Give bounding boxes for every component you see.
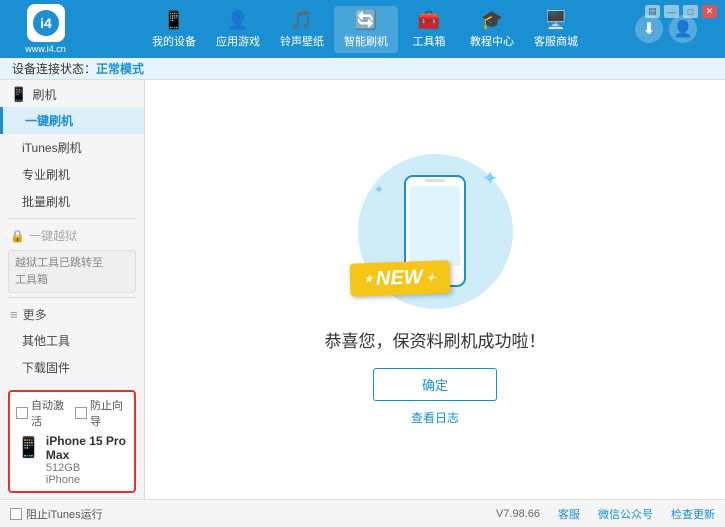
star-left-icon: ★: [363, 273, 372, 284]
close-button[interactable]: ✕: [702, 5, 717, 18]
success-illustration: ✦ ✦ ★ NEW ✦: [358, 154, 513, 309]
divider-1: [8, 218, 136, 219]
nav-bar: 📱 我的设备 👤 应用游戏 🎵 铃声壁纸 🔄 智能刷机 🧰 工具箱 🎓 教程中心…: [95, 6, 635, 53]
nav-smart-flash[interactable]: 🔄 智能刷机: [334, 6, 398, 53]
log-link[interactable]: 查看日志: [411, 409, 459, 426]
download-button[interactable]: ⬇: [635, 15, 663, 43]
app-game-icon: 👤: [227, 10, 249, 31]
sparkle-top-icon: ✦: [482, 166, 499, 191]
support-link[interactable]: 客服: [558, 506, 580, 522]
logo-icon: i4: [27, 4, 65, 42]
logo-area: i4 www.i4.cn: [8, 4, 83, 54]
sidebar: 📱 刷机 一键刷机 iTunes刷机 专业刷机 批量刷机 🔒 一键越狱 越狱工具…: [0, 80, 145, 499]
nav-toolbox[interactable]: 🧰 工具箱: [398, 6, 460, 53]
auto-activate-label[interactable]: 自动激活: [16, 397, 69, 429]
ringtone-label: 铃声壁纸: [280, 33, 324, 49]
sidebar-section-jailbreak: 🔒 一键越狱: [0, 222, 144, 248]
sidebar-item-pro-flash[interactable]: 专业刷机: [0, 161, 144, 188]
timing-guide-checkbox[interactable]: [75, 407, 87, 419]
ringtone-icon: 🎵: [291, 10, 313, 31]
my-device-label: 我的设备: [152, 33, 196, 49]
new-badge: ★ NEW ✦: [349, 260, 450, 296]
sidebar-item-itunes-flash[interactable]: iTunes刷机: [0, 134, 144, 161]
jailbreak-section-label: 一键越狱: [29, 227, 77, 244]
sidebar-item-batch-flash[interactable]: 批量刷机: [0, 188, 144, 215]
sidebar-section-flash: 📱 刷机: [0, 80, 144, 107]
minimize-button[interactable]: —: [664, 5, 679, 18]
app-game-label: 应用游戏: [216, 33, 260, 49]
flash-section-label: 刷机: [32, 86, 56, 103]
auto-activate-checkbox[interactable]: [16, 407, 28, 419]
jailbreak-note: 越狱工具已跳转至工具箱: [8, 250, 136, 293]
nav-my-device[interactable]: 📱 我的设备: [142, 6, 206, 53]
service-label: 客服商城: [534, 33, 578, 49]
version-label: V7.98.66: [496, 508, 540, 520]
statusbar-prefix: 设备连接状态：: [12, 60, 96, 77]
logo-text: www.i4.cn: [25, 44, 66, 54]
timing-guide-label[interactable]: 防止向导: [75, 397, 128, 429]
phone-circle: ✦ ✦ ★ NEW ✦: [358, 154, 513, 309]
toolbox-label: 工具箱: [413, 33, 446, 49]
check-update-link[interactable]: 检查更新: [671, 506, 715, 522]
my-device-icon: 📱: [163, 10, 185, 31]
success-message: 恭喜您，保资料刷机成功啦！: [325, 327, 546, 352]
tutorial-label: 教程中心: [470, 33, 514, 49]
nav-service[interactable]: 🖥️ 客服商城: [524, 6, 588, 53]
sidebar-item-onekey-flash[interactable]: 一键刷机: [0, 107, 144, 134]
topbar-right-buttons: ⬇ 👤: [635, 15, 697, 43]
device-phone-icon: 📱: [16, 435, 41, 460]
device-info: 📱 iPhone 15 Pro Max 512GB iPhone: [16, 434, 128, 486]
sidebar-scroll: 📱 刷机 一键刷机 iTunes刷机 专业刷机 批量刷机 🔒 一键越狱 越狱工具…: [0, 80, 144, 384]
itunes-label: 阻止iTunes运行: [26, 506, 103, 522]
svg-text:i4: i4: [40, 15, 52, 31]
bottombar: 阻止iTunes运行 V7.98.66 客服 微信公众号 检查更新: [0, 499, 725, 527]
bottom-right: V7.98.66 客服 微信公众号 检查更新: [496, 506, 715, 522]
device-bottom-panel: 自动激活 防止向导 📱 iPhone 15 Pro Max 512GB iPho…: [0, 384, 144, 499]
maximize-button[interactable]: □: [683, 5, 698, 18]
toolbox-icon: 🧰: [418, 10, 440, 31]
device-storage: 512GB: [46, 462, 128, 474]
flash-section-icon: 📱: [10, 86, 27, 103]
statusbar: 设备连接状态： 正常模式: [0, 58, 725, 80]
sparkle-left-icon: ✦: [374, 182, 385, 198]
sidebar-item-download-firmware[interactable]: 下载固件: [0, 354, 144, 381]
service-icon: 🖥️: [545, 10, 567, 31]
device-type: iPhone: [46, 474, 128, 486]
smart-flash-icon: 🔄: [355, 10, 377, 31]
statusbar-status: 正常模式: [96, 60, 144, 77]
more-section-label: 更多: [23, 306, 47, 323]
star-right-icon: ✦: [425, 270, 436, 284]
nav-ringtone[interactable]: 🎵 铃声壁纸: [270, 6, 334, 53]
wifi-icon: ▤: [645, 5, 660, 18]
tutorial-icon: 🎓: [481, 10, 503, 31]
sidebar-item-other-tools[interactable]: 其他工具: [0, 327, 144, 354]
itunes-check-label[interactable]: 阻止iTunes运行: [10, 506, 103, 522]
nav-app-game[interactable]: 👤 应用游戏: [206, 6, 270, 53]
device-details: iPhone 15 Pro Max 512GB iPhone: [46, 434, 128, 486]
main-layout: 📱 刷机 一键刷机 iTunes刷机 专业刷机 批量刷机 🔒 一键越狱 越狱工具…: [0, 80, 725, 499]
topbar: ▤ — □ ✕ i4 www.i4.cn 📱 我的设备 👤 应用游戏 🎵 铃声壁…: [0, 0, 725, 58]
content-area: ✦ ✦ ★ NEW ✦ 恭喜您，保资料刷机成功啦！ 确定: [145, 80, 725, 499]
user-button[interactable]: 👤: [669, 15, 697, 43]
wechat-link[interactable]: 微信公众号: [598, 506, 653, 522]
itunes-checkbox[interactable]: [10, 508, 22, 520]
smart-flash-label: 智能刷机: [344, 33, 388, 49]
nav-tutorial[interactable]: 🎓 教程中心: [460, 6, 524, 53]
device-panel: 自动激活 防止向导 📱 iPhone 15 Pro Max 512GB iPho…: [8, 390, 136, 493]
lock-icon: 🔒: [10, 229, 25, 243]
sidebar-section-more: ≡ 更多: [0, 301, 144, 327]
confirm-button[interactable]: 确定: [373, 368, 497, 401]
device-name: iPhone 15 Pro Max: [46, 434, 128, 462]
divider-2: [8, 297, 136, 298]
device-auto-row: 自动激活 防止向导: [16, 397, 128, 429]
more-section-icon: ≡: [10, 307, 18, 322]
window-controls: ▤ — □ ✕: [645, 5, 717, 18]
